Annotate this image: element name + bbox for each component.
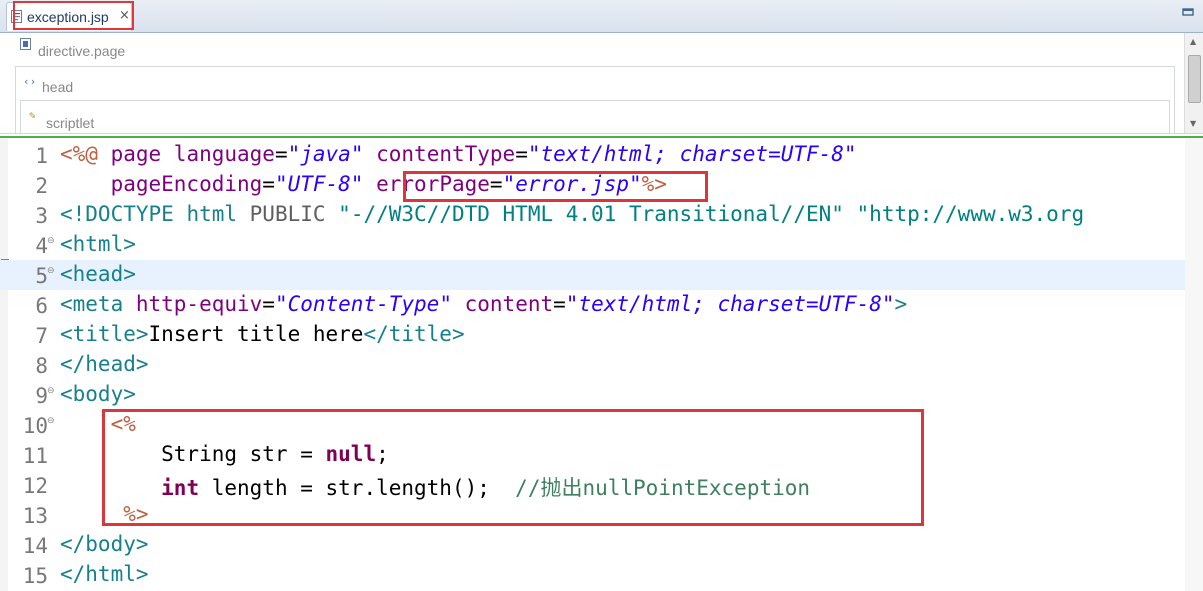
code-text: </body> bbox=[60, 532, 149, 556]
directive-icon bbox=[20, 38, 31, 53]
fold-icon[interactable]: ⊖ bbox=[47, 416, 55, 426]
line-number: 4 bbox=[35, 234, 48, 258]
code-token: <%@ bbox=[60, 142, 111, 166]
code-token: <!DOCTYPE bbox=[60, 202, 187, 226]
code-line[interactable]: 4 ⊖ <html> bbox=[0, 230, 1203, 260]
head-node-label[interactable]: head bbox=[42, 79, 73, 95]
code-line[interactable]: 3 <!DOCTYPE html PUBLIC "-//W3C//DTD HTML… bbox=[0, 200, 1203, 230]
directive-node-label[interactable]: directive.page bbox=[38, 43, 125, 59]
code-token: </html> bbox=[60, 562, 149, 586]
code-token: </head> bbox=[60, 352, 149, 376]
code-line[interactable]: 1 <%@ page language="java" contentType="t… bbox=[0, 140, 1203, 170]
design-scrollbar[interactable]: ▲ ▼ bbox=[1184, 33, 1203, 133]
code-text: <%@ page language="java" contentType="te… bbox=[60, 142, 857, 166]
code-text: <body> bbox=[60, 382, 136, 406]
fold-icon[interactable]: ⊖ bbox=[47, 266, 55, 276]
code-line[interactable]: 7 <title>Insert title here</title> bbox=[0, 320, 1203, 350]
code-token: Insert title here bbox=[148, 322, 364, 346]
code-token: </title> bbox=[363, 322, 465, 346]
code-token: http-equiv bbox=[135, 292, 263, 316]
code-token: </body> bbox=[60, 532, 149, 556]
code-text: <meta http-equiv="Content-Type" content=… bbox=[60, 292, 907, 316]
line-number: 5 bbox=[35, 264, 48, 288]
code-line[interactable]: 5 ⊖ <head> bbox=[0, 260, 1203, 290]
code-token: <html> bbox=[60, 232, 136, 256]
code-line[interactable]: 6 <meta http-equiv="Content-Type" content… bbox=[0, 290, 1203, 320]
code-text: </html> bbox=[60, 562, 149, 586]
code-token: "Content-Type" bbox=[274, 292, 452, 316]
code-line[interactable]: 15 </html> bbox=[0, 560, 1203, 590]
scriptlet-node-box bbox=[20, 100, 1170, 133]
code-text: </head> bbox=[60, 352, 149, 376]
line-number: 1 bbox=[35, 144, 48, 168]
code-token: PUBLIC bbox=[249, 202, 339, 226]
code-token: html bbox=[186, 202, 250, 226]
code-token: contentType bbox=[376, 142, 516, 166]
code-token: > bbox=[894, 292, 908, 316]
code-line[interactable]: 9 ⊖ <body> bbox=[0, 380, 1203, 410]
scriptlet-node-label[interactable]: scriptlet bbox=[46, 115, 94, 131]
line-number: 10 bbox=[22, 414, 48, 438]
errorpage-highlight-box bbox=[403, 171, 708, 202]
tab-highlight-box bbox=[13, 1, 134, 30]
line-number: 6 bbox=[35, 294, 48, 318]
code-token: <meta bbox=[60, 292, 136, 316]
code-token: "java" bbox=[287, 142, 364, 166]
line-number: 15 bbox=[22, 564, 48, 588]
code-token: = bbox=[553, 292, 566, 316]
line-number: 13 bbox=[22, 504, 48, 528]
code-text: <html> bbox=[60, 232, 136, 256]
code-token: "-//W3C//DTD HTML 4.01 Transitional//EN"… bbox=[338, 202, 1085, 226]
editor-scrollbar[interactable] bbox=[1185, 138, 1203, 591]
code-token: <title> bbox=[60, 322, 149, 346]
code-text: <title>Insert title here</title> bbox=[60, 322, 465, 346]
code-line[interactable]: 8 </head> bbox=[0, 350, 1203, 380]
code-token: content bbox=[464, 292, 554, 316]
scriptlet-icon: ✎ bbox=[29, 109, 36, 122]
line-number: 3 bbox=[35, 204, 48, 228]
code-token: page bbox=[110, 142, 174, 166]
code-token: <body> bbox=[60, 382, 136, 406]
design-pane: directive.page ‹› head ✎ scriptlet ▲ ▼ bbox=[0, 33, 1203, 134]
fold-icon[interactable]: ⊖ bbox=[47, 236, 55, 246]
code-token: "text/html; charset=UTF-8" bbox=[565, 292, 895, 316]
line-number: 9 bbox=[35, 384, 48, 408]
line-number: 2 bbox=[35, 174, 48, 198]
tag-icon: ‹› bbox=[23, 75, 37, 88]
code-text: <!DOCTYPE html PUBLIC "-//W3C//DTD HTML … bbox=[60, 202, 1084, 226]
code-token: = bbox=[262, 292, 275, 316]
code-token: <head> bbox=[60, 262, 136, 286]
code-token: pageEncoding bbox=[110, 172, 263, 196]
line-number: 14 bbox=[22, 534, 48, 558]
code-token: "UTF-8" bbox=[274, 172, 364, 196]
minimize-icon[interactable] bbox=[1181, 6, 1195, 18]
scroll-down-icon[interactable]: ▼ bbox=[1190, 119, 1196, 128]
line-number: 7 bbox=[35, 324, 48, 348]
source-editor[interactable]: 1 <%@ page language="java" contentType="t… bbox=[0, 136, 1203, 591]
code-token: = bbox=[515, 142, 528, 166]
scroll-up-icon[interactable]: ▲ bbox=[1190, 37, 1196, 46]
fold-icon[interactable]: ⊖ bbox=[47, 386, 55, 396]
code-line[interactable]: 14 </body> bbox=[0, 530, 1203, 560]
code-token: = bbox=[262, 172, 275, 196]
code-token: = bbox=[274, 142, 288, 166]
code-token: language bbox=[173, 142, 275, 166]
line-number: 12 bbox=[22, 474, 48, 498]
editor-tab-bar: exception.jsp × bbox=[0, 0, 1203, 33]
code-text: <head> bbox=[60, 262, 136, 286]
line-number: 8 bbox=[35, 354, 48, 378]
scroll-thumb[interactable] bbox=[1188, 55, 1201, 103]
code-token: "text/html; charset=UTF-8" bbox=[527, 142, 857, 166]
line-number: 11 bbox=[22, 444, 48, 468]
scriptlet-highlight-box bbox=[102, 409, 924, 526]
